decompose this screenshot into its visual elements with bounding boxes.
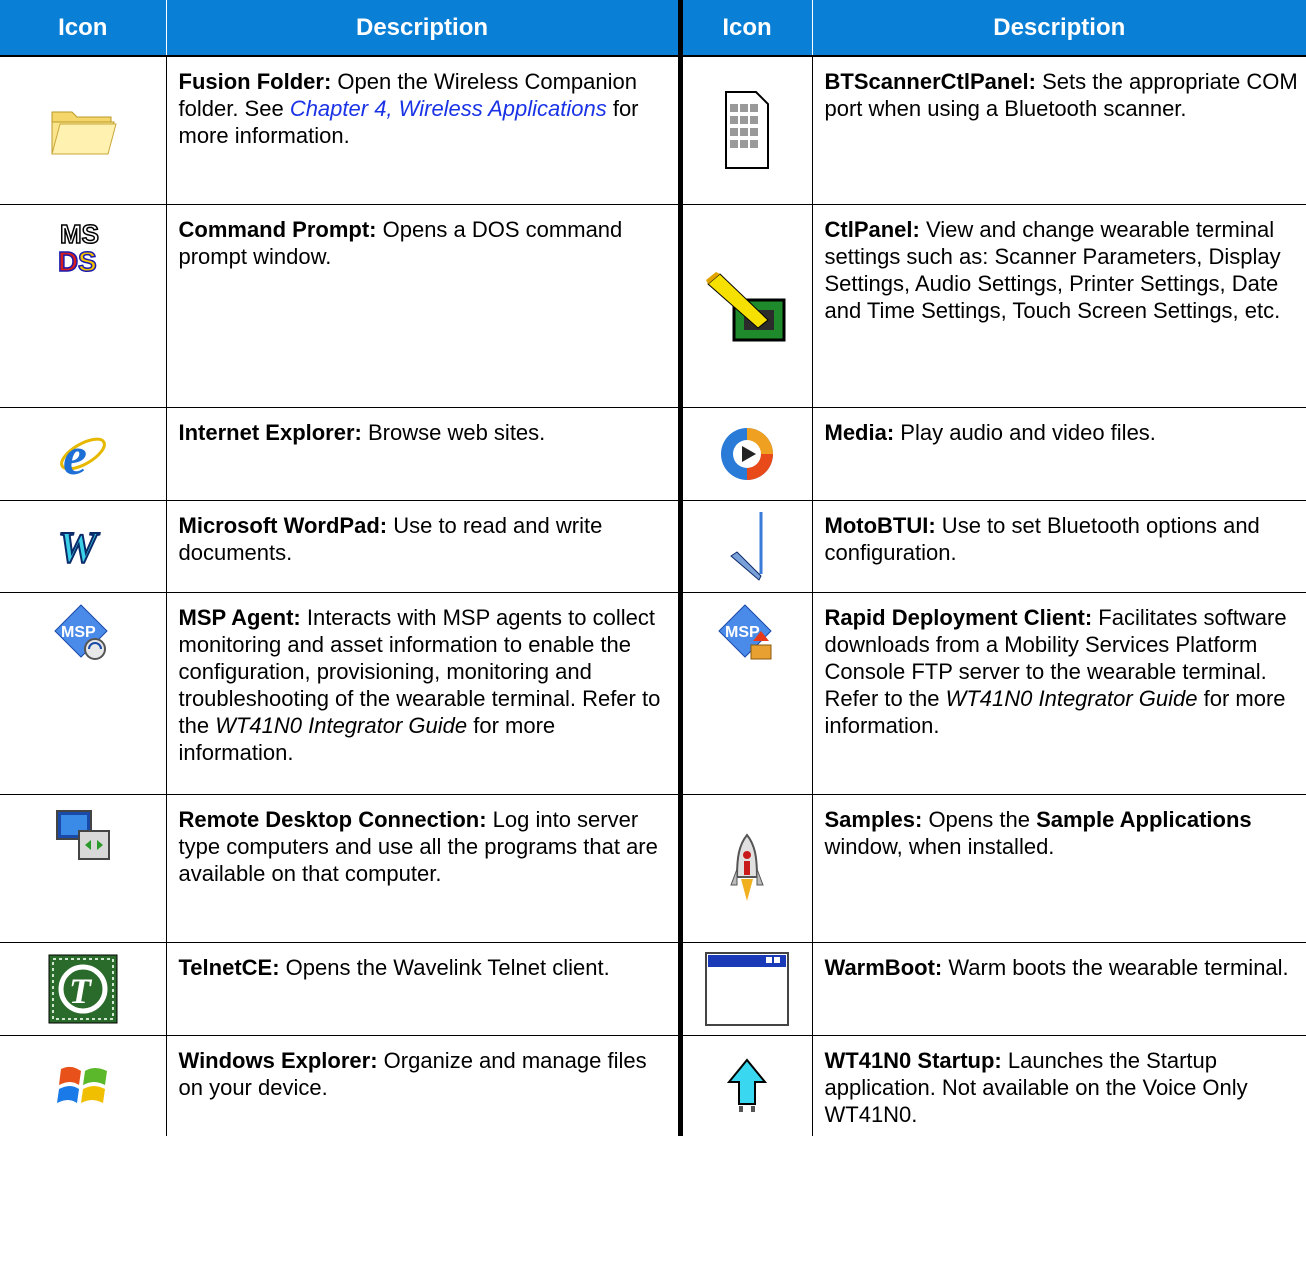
header-icon-right: Icon: [677, 0, 812, 57]
warmboot-window-icon: [677, 942, 812, 1036]
icon-description-table: Icon Description Icon Description Fusion…: [0, 0, 1306, 1136]
wordpad-icon: W: [0, 500, 166, 593]
svg-text:MSP: MSP: [61, 624, 96, 641]
windows-explorer-icon: [0, 1035, 166, 1136]
table-row: Fusion Folder: Open the Wireless Compani…: [0, 56, 1306, 205]
svg-text:W: W: [58, 526, 100, 566]
bt-scanner-panel-icon: [677, 56, 812, 205]
svg-text:S: S: [78, 246, 97, 275]
rapid-deployment-icon: MSP: [677, 592, 812, 795]
chapter-link[interactable]: Chapter 4, Wireless Applications: [290, 96, 607, 121]
table-row: W Microsoft WordPad: Use to read and wri…: [0, 500, 1306, 593]
msp-agent-icon: MSP: [0, 592, 166, 795]
samples-rocket-icon: [677, 794, 812, 943]
table-row: e Internet Explorer: Browse web sites. M…: [0, 407, 1306, 501]
desc-remote-desktop: Remote Desktop Connection: Log into serv…: [165, 794, 680, 943]
desc-msp-agent: MSP Agent: Interacts with MSP agents to …: [165, 592, 680, 795]
header-row: Icon Description Icon Description: [0, 0, 1306, 57]
table-row: MSP MSP Agent: Interacts with MSP agents…: [0, 592, 1306, 795]
desc-startup: WT41N0 Startup: Launches the Startup app…: [811, 1035, 1306, 1136]
remote-desktop-icon: [0, 794, 166, 943]
svg-text:e: e: [63, 426, 87, 484]
desc-internet-explorer: Internet Explorer: Browse web sites.: [165, 407, 680, 501]
internet-explorer-icon: e: [0, 407, 166, 501]
svg-text:T: T: [69, 971, 93, 1011]
desc-command-prompt: Command Prompt: Opens a DOS command prom…: [165, 204, 680, 408]
desc-wordpad: Microsoft WordPad: Use to read and write…: [165, 500, 680, 593]
control-panel-icon: [677, 204, 812, 408]
table-row: Windows Explorer: Organize and manage fi…: [0, 1035, 1306, 1136]
header-description-left: Description: [165, 0, 680, 57]
desc-windows-explorer: Windows Explorer: Organize and manage fi…: [165, 1035, 680, 1136]
bluetooth-checkmark-icon: [677, 500, 812, 593]
table-row: T TelnetCE: Opens the Wavelink Telnet cl…: [0, 942, 1306, 1036]
desc-ctlpanel: CtlPanel: View and change wearable termi…: [811, 204, 1306, 408]
table-row: MS D S Command Prompt: Opens a DOS command…: [0, 204, 1306, 408]
media-player-icon: [677, 407, 812, 501]
telnet-icon: T: [0, 942, 166, 1036]
svg-text:D: D: [58, 246, 78, 275]
desc-telnet: TelnetCE: Opens the Wavelink Telnet clie…: [165, 942, 680, 1036]
table-row: Remote Desktop Connection: Log into serv…: [0, 794, 1306, 943]
folder-icon: [0, 56, 166, 205]
startup-arrow-icon: [677, 1035, 812, 1136]
svg-text:MS: MS: [60, 219, 99, 249]
ms-dos-icon: MS D S: [0, 204, 166, 408]
desc-btscanner: BTScannerCtlPanel: Sets the appropriate …: [811, 56, 1306, 205]
desc-motobtui: MotoBTUI: Use to set Bluetooth options a…: [811, 500, 1306, 593]
svg-text:MSP: MSP: [725, 624, 760, 641]
desc-warmboot: WarmBoot: Warm boots the wearable termin…: [811, 942, 1306, 1036]
header-icon-left: Icon: [0, 0, 166, 57]
desc-rapid-deployment: Rapid Deployment Client: Facilitates sof…: [811, 592, 1306, 795]
desc-fusion: Fusion Folder: Open the Wireless Compani…: [165, 56, 680, 205]
header-description-right: Description: [811, 0, 1306, 57]
desc-samples: Samples: Opens the Sample Applications w…: [811, 794, 1306, 943]
desc-media: Media: Play audio and video files.: [811, 407, 1306, 501]
